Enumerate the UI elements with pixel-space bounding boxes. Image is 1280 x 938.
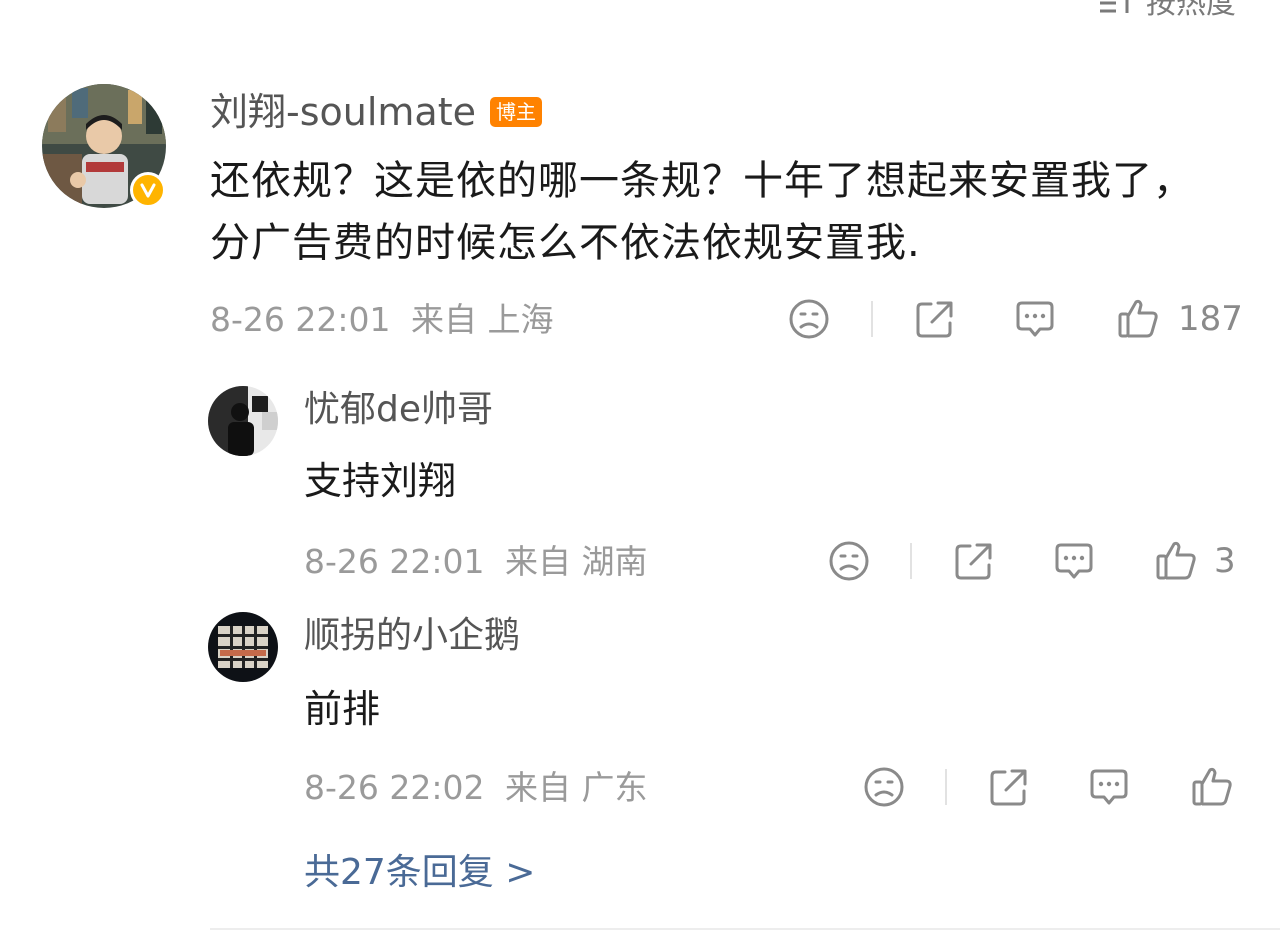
sort-icon — [1100, 0, 1133, 13]
reply-meta: 8-26 22:01 来自 湖南 — [304, 540, 648, 584]
reply-meta: 8-26 22:02 来自 广东 — [304, 766, 648, 810]
avatar[interactable] — [208, 386, 278, 456]
dislike-icon[interactable] — [828, 540, 870, 582]
dislike-icon[interactable] — [788, 298, 830, 340]
comment-icon[interactable] — [1088, 766, 1130, 808]
divider — [945, 769, 947, 805]
share-icon[interactable] — [914, 298, 956, 340]
verified-icon — [130, 172, 166, 208]
like-icon[interactable] — [1116, 296, 1160, 340]
reply-text: 前排 — [304, 687, 381, 731]
reply-time: 8-26 22:01 — [304, 542, 485, 581]
dislike-icon[interactable] — [863, 766, 905, 808]
divider — [910, 543, 912, 579]
comment-location: 来自 上海 — [411, 300, 554, 339]
comment-icon[interactable] — [1014, 298, 1056, 340]
more-replies-link[interactable]: 共27条回复 > — [304, 848, 535, 898]
like-icon[interactable] — [1154, 538, 1198, 582]
share-icon[interactable] — [953, 540, 995, 582]
reply-text: 支持刘翔 — [304, 459, 457, 503]
comment-text: 还依规？这是依的哪一条规？十年了想起来安置我了，分广告费的时候怎么不依法依规安置… — [210, 158, 1194, 266]
reply-author[interactable]: 忧郁de帅哥 — [304, 386, 493, 434]
more-replies-label: 共27条回复 > — [304, 852, 536, 893]
author-name[interactable]: 刘翔-soulmate 博主 — [210, 86, 542, 138]
comment-time: 8-26 22:01 — [210, 300, 391, 339]
reply-location: 来自 湖南 — [505, 542, 648, 581]
sort-toggle[interactable]: 按热度 — [1098, 0, 1236, 22]
avatar[interactable] — [208, 612, 278, 682]
reply-location: 来自 广东 — [505, 768, 648, 807]
like-count: 187 — [1178, 299, 1243, 339]
like-count: 3 — [1214, 541, 1236, 581]
blogger-badge: 博主 — [489, 97, 542, 127]
divider — [871, 301, 873, 337]
like-icon[interactable] — [1190, 764, 1234, 808]
reply-time: 8-26 22:02 — [304, 768, 485, 807]
comment-meta: 8-26 22:01 来自 上海 — [210, 298, 554, 342]
reply-author[interactable]: 顺拐的小企鹅 — [304, 612, 520, 660]
sort-label: 按热度 — [1146, 0, 1236, 21]
divider — [210, 928, 1280, 930]
comment-icon[interactable] — [1053, 540, 1095, 582]
author-name-text: 刘翔-soulmate — [210, 90, 476, 134]
share-icon[interactable] — [988, 766, 1030, 808]
